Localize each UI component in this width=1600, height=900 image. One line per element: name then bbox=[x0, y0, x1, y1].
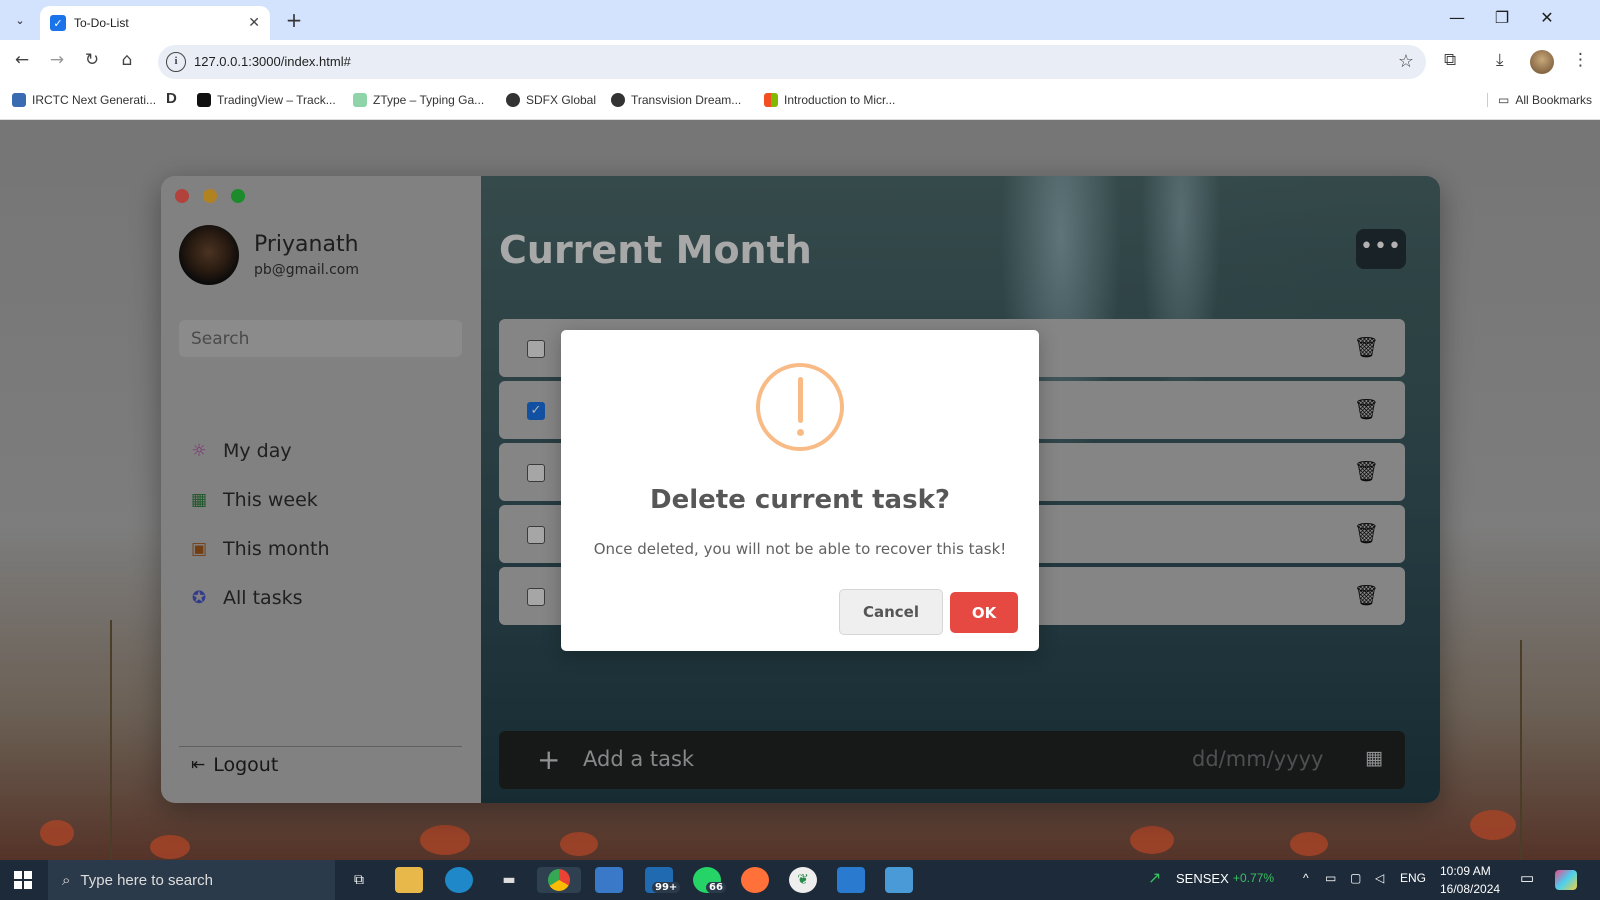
globe-icon bbox=[506, 93, 520, 107]
address-bar[interactable]: i 127.0.0.1:3000/index.html# ☆ bbox=[158, 45, 1426, 79]
tab-title: To-Do-List bbox=[74, 16, 129, 30]
tradingview-icon bbox=[197, 93, 211, 107]
browser-toolbar: ← → ↻ ⌂ i 127.0.0.1:3000/index.html# ☆ ⧉… bbox=[0, 40, 1600, 84]
ztype-icon bbox=[353, 93, 367, 107]
warning-icon bbox=[756, 363, 844, 451]
minimize-icon[interactable]: — bbox=[1442, 8, 1472, 27]
globe-icon bbox=[611, 93, 625, 107]
home-icon[interactable]: ⌂ bbox=[115, 50, 139, 70]
d-icon: D bbox=[166, 90, 177, 107]
close-window-icon[interactable]: ✕ bbox=[1532, 8, 1562, 27]
irctc-icon bbox=[12, 93, 26, 107]
warning-bar bbox=[798, 377, 803, 423]
download-icon[interactable]: ⤓ bbox=[1496, 50, 1504, 70]
edge-icon[interactable] bbox=[445, 867, 473, 893]
chrome-icon[interactable] bbox=[537, 867, 581, 893]
bookmark-label: IRCTC Next Generati... bbox=[32, 93, 157, 107]
bookmark-d[interactable]: D bbox=[166, 90, 177, 107]
taskbar-search-text: Type here to search bbox=[80, 871, 213, 889]
clock-date[interactable]: 16/08/2024 bbox=[1440, 882, 1500, 896]
bookmark-transvision[interactable]: Transvision Dream... bbox=[611, 93, 741, 107]
restore-icon[interactable]: ❐ bbox=[1487, 8, 1517, 27]
whatsapp-badge: 66 bbox=[706, 882, 726, 893]
file-explorer-icon[interactable] bbox=[395, 867, 423, 893]
new-tab-icon[interactable]: + bbox=[282, 8, 306, 32]
all-bookmarks[interactable]: ▭ All Bookmarks bbox=[1487, 93, 1592, 107]
url-text: 127.0.0.1:3000/index.html# bbox=[194, 54, 351, 69]
windows-start-icon[interactable] bbox=[14, 871, 32, 889]
close-tab-icon[interactable]: ✕ bbox=[248, 15, 260, 31]
forward-icon[interactable]: → bbox=[45, 50, 69, 70]
bookmark-tradingview[interactable]: TradingView – Track... bbox=[197, 93, 336, 107]
copilot-icon[interactable] bbox=[1555, 870, 1577, 890]
vscode-icon[interactable] bbox=[837, 867, 865, 893]
bookmark-irctc[interactable]: IRCTC Next Generati... bbox=[12, 93, 156, 107]
warning-dot bbox=[797, 429, 804, 436]
browser-tab[interactable]: ✓ To-Do-List ✕ bbox=[40, 6, 270, 40]
bookmark-label: ZType – Typing Ga... bbox=[373, 93, 485, 107]
ok-button[interactable]: OK bbox=[950, 592, 1018, 633]
sensex-label[interactable]: SENSEX bbox=[1176, 871, 1229, 886]
language-indicator[interactable]: ENG bbox=[1400, 871, 1426, 885]
dialog-title: Delete current task? bbox=[650, 485, 950, 515]
folder-icon: ▭ bbox=[1498, 93, 1510, 107]
microsoft-icon bbox=[764, 93, 778, 107]
chevron-up-icon[interactable]: ^ bbox=[1303, 871, 1309, 885]
bookmark-ztype[interactable]: ZType – Typing Ga... bbox=[353, 93, 484, 107]
search-icon: ⌕ bbox=[62, 871, 71, 889]
bookmark-label: TradingView – Track... bbox=[217, 93, 336, 107]
profile-avatar[interactable] bbox=[1530, 50, 1554, 74]
windows-taskbar: ⌕ Type here to search ⧉ ▬ 99+ 66 ❦ ↗ SEN… bbox=[0, 860, 1600, 900]
bookmark-sdfx[interactable]: SDFX Global bbox=[506, 93, 596, 107]
site-info-icon[interactable]: i bbox=[166, 52, 186, 72]
monitor-icon[interactable]: ▢ bbox=[1350, 871, 1361, 885]
dialog-text: Once deleted, you will not be able to re… bbox=[593, 540, 1007, 558]
browser-tabbar: ⌄ ✓ To-Do-List ✕ + — ❐ ✕ bbox=[0, 0, 1600, 40]
firefox-icon[interactable] bbox=[741, 867, 769, 893]
checkbox-favicon-icon: ✓ bbox=[50, 15, 66, 31]
chart-up-icon: ↗ bbox=[1148, 870, 1162, 887]
sensex-change: +0.77% bbox=[1233, 871, 1275, 885]
delete-confirm-dialog: Delete current task? Once deleted, you w… bbox=[561, 330, 1039, 651]
mail-badge: 99+ bbox=[652, 882, 681, 893]
taskbar-search[interactable]: ⌕ Type here to search bbox=[48, 860, 335, 900]
network-icon[interactable]: ▭ bbox=[1325, 871, 1336, 885]
tab-search-dropdown-icon[interactable]: ⌄ bbox=[8, 8, 32, 32]
bookmark-label: Transvision Dream... bbox=[631, 93, 742, 107]
back-icon[interactable]: ← bbox=[10, 50, 34, 70]
clock-time[interactable]: 10:09 AM bbox=[1440, 864, 1491, 878]
extensions-icon[interactable]: ⧉ bbox=[1444, 50, 1456, 70]
cancel-button[interactable]: Cancel bbox=[839, 589, 943, 635]
bookmark-microsoft[interactable]: Introduction to Micr... bbox=[764, 93, 895, 107]
all-bookmarks-label: All Bookmarks bbox=[1515, 93, 1593, 107]
notification-icon[interactable]: ▭ bbox=[1520, 869, 1534, 887]
mongodb-icon[interactable]: ❦ bbox=[789, 867, 817, 893]
bookmark-star-icon[interactable]: ☆ bbox=[1398, 51, 1414, 72]
app-icon[interactable]: ▬ bbox=[495, 867, 523, 893]
volume-icon[interactable]: ◁ bbox=[1375, 871, 1384, 885]
reload-icon[interactable]: ↻ bbox=[80, 50, 104, 70]
bookmark-label: SDFX Global bbox=[526, 93, 597, 107]
store-icon[interactable] bbox=[595, 867, 623, 893]
task-view-icon[interactable]: ⧉ bbox=[345, 867, 373, 893]
bookmark-label: Introduction to Micr... bbox=[784, 93, 896, 107]
photos-icon[interactable] bbox=[885, 867, 913, 893]
menu-kebab-icon[interactable]: ⋮ bbox=[1572, 50, 1589, 70]
bookmarks-bar: IRCTC Next Generati... D TradingView – T… bbox=[0, 84, 1600, 120]
